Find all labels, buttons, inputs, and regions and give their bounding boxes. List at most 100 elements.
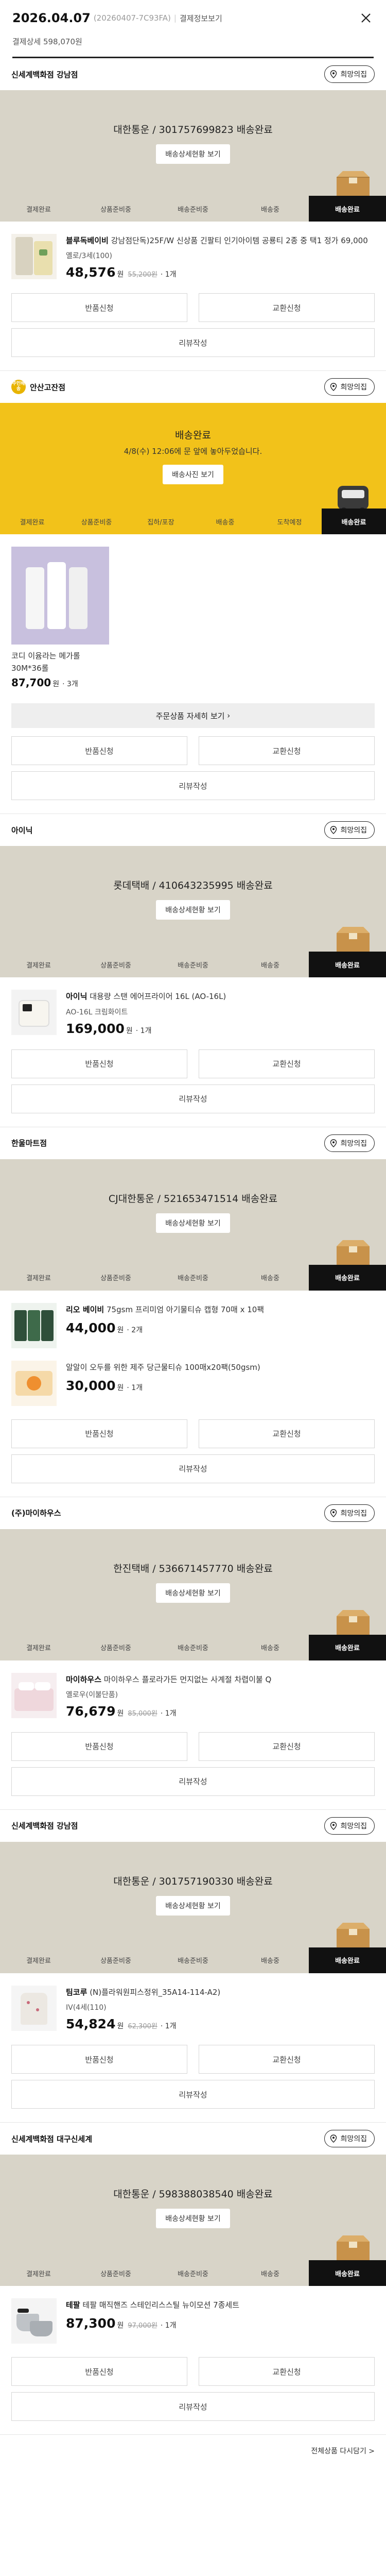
tracking-info: 대한통운 / 598388038540 배송완료	[113, 2189, 273, 2200]
order-item[interactable]: 코디 이윰라는 메가롤 30M*36롤 87,700 원 · 3개	[0, 534, 118, 694]
item-price: 54,824	[66, 2016, 116, 2031]
item-quantity: · 1개	[160, 2022, 177, 2030]
write-review-button[interactable]: 리뷰작성	[11, 771, 375, 801]
order-date: 2026.04.07	[12, 11, 91, 25]
order-number: (20260407-7C93FA)	[93, 13, 171, 23]
step-preparing: 상품준비중	[100, 961, 131, 970]
order-item[interactable]: 마이하우스 마이하우스 플로라가든 먼지없는 사계절 차렵이불 Q 옐로우(이불…	[0, 1660, 386, 1726]
exchange-request-button[interactable]: 교환신청	[199, 2357, 375, 2386]
delivery-status-box: 대한통운 / 301757699823 배송완료 배송상세현황 보기 결제완료 …	[0, 90, 386, 222]
exchange-request-button[interactable]: 교환신청	[199, 736, 375, 766]
order-item[interactable]: 팀코루 (N)플라워원피스정위_35A14-114-A2) IV(4세(110)…	[0, 1973, 386, 2039]
item-brand: 블루독베이비	[66, 236, 109, 245]
delivery-detail-button[interactable]: 배송상세현황 보기	[156, 2209, 230, 2228]
order-item[interactable]: 리오 베이비 75gsm 프리미엄 아기물티슈 캡형 70매 x 10팩 44,…	[0, 1291, 386, 1355]
store-section: 신세계백화점 강남점 희망의집 대한통운 / 301757190330 배송완료…	[0, 1810, 386, 2123]
tracking-info: CJ대한통운 / 521653471514 배송완료	[108, 1193, 278, 1205]
return-request-button[interactable]: 반품신청	[11, 1732, 187, 1761]
item-option: 옐로우(이불단품)	[66, 1690, 118, 1699]
delivery-steps: 결제완료 상품준비중 배송준비중 배송중 배송완료	[0, 196, 386, 222]
delivery-detail-button[interactable]: 배송상세현황 보기	[156, 1895, 230, 1916]
delivery-steps: 결제완료 상품준비중 배송준비중 배송중 배송완료	[0, 1264, 386, 1291]
wish-home-button[interactable]: 희망의집	[324, 1134, 375, 1152]
close-icon[interactable]	[358, 10, 374, 26]
step-in-transit: 배송중	[261, 206, 279, 214]
wish-home-button[interactable]: 희망의집	[324, 821, 375, 839]
return-request-button[interactable]: 반품신청	[11, 2357, 187, 2386]
item-price: 30,000	[66, 1378, 116, 1393]
delivery-steps: 결제완료 상품준비중 배송준비중 배송중 배송완료	[0, 1947, 386, 1973]
delivery-detail-button[interactable]: 배송상세현황 보기	[156, 144, 230, 164]
delivery-detail-button[interactable]: 배송상세현황 보기	[156, 1213, 230, 1233]
write-review-button[interactable]: 리뷰작성	[11, 1767, 375, 1796]
wish-home-button[interactable]: 희망의집	[324, 1817, 375, 1835]
wish-home-button[interactable]: 희망의집	[324, 378, 375, 396]
step-preparing: 상품준비중	[100, 1957, 131, 1965]
store-section: 아이닉 희망의집 롯데택배 / 410643235995 배송완료 배송상세현황…	[0, 814, 386, 1127]
return-request-button[interactable]: 반품신청	[11, 1419, 187, 1448]
original-price: 62,300원	[128, 2023, 157, 2030]
item-name: 마이하우스 플로라가든 먼지없는 사계절 차렵이불 Q	[103, 1674, 272, 1684]
return-request-button[interactable]: 반품신청	[11, 2045, 187, 2074]
item-price: 87,300	[66, 2316, 116, 2331]
exchange-request-button[interactable]: 교환신청	[199, 293, 375, 323]
delivery-photo-button[interactable]: 배송사진 보기	[163, 464, 223, 484]
write-review-button[interactable]: 리뷰작성	[11, 2392, 375, 2421]
order-detail-more-button[interactable]: 주문상품 자세히 보기 ›	[11, 703, 375, 728]
write-review-button[interactable]: 리뷰작성	[11, 1084, 375, 1113]
item-quantity: · 3개	[62, 680, 78, 689]
delivery-detail-button[interactable]: 배송상세현황 보기	[156, 1583, 230, 1603]
step-arriving: 도착예정	[277, 518, 302, 527]
step-payment: 결제완료	[20, 518, 45, 527]
step-in-transit: 배송중	[216, 518, 235, 527]
store-name: 한울마트점	[11, 1139, 47, 1148]
item-name: 코디 이윰라는 메가롤 30M*36롤	[11, 651, 80, 673]
order-item[interactable]: 테팔 테팔 매직핸즈 스테인리스스틸 뉴이모션 7종세트 87,300 원 97…	[0, 2286, 386, 2351]
item-option: AO-16L 크림화이트	[66, 1008, 128, 1016]
delivery-steps: 결제완료 상품준비중 배송준비중 배송중 배송완료	[0, 952, 386, 978]
step-shipping-ready: 배송준비중	[178, 2270, 208, 2278]
write-review-button[interactable]: 리뷰작성	[11, 328, 375, 358]
currency-unit: 원	[117, 2321, 124, 2330]
delivery-status-box: 롯데택배 / 410643235995 배송완료 배송상세현황 보기 결제완료 …	[0, 846, 386, 978]
store-section: 주인배송 안산고잔점 희망의집 배송완료 4/8(수) 12:06에 문 앞에 …	[0, 371, 386, 815]
delivery-status-box: 한진택배 / 536671457770 배송완료 배송상세현황 보기 결제완료 …	[0, 1529, 386, 1660]
step-packing: 집하/포장	[147, 518, 174, 527]
step-preparing: 상품준비중	[100, 2270, 131, 2278]
wish-home-button[interactable]: 희망의집	[324, 2130, 375, 2147]
return-request-button[interactable]: 반품신청	[11, 1049, 187, 1078]
location-pin-icon	[330, 2134, 337, 2143]
step-in-transit: 배송중	[261, 961, 279, 970]
delivery-steps: 결제완료 상품준비중 배송준비중 배송중 배송완료	[0, 2260, 386, 2286]
item-price: 44,000	[66, 1320, 116, 1335]
item-name: 알알이 오두를 위한 제주 당근물티슈 100매x20팩(50gsm)	[66, 1362, 260, 1372]
product-image	[11, 1302, 57, 1348]
write-review-button[interactable]: 리뷰작성	[11, 1454, 375, 1483]
payment-info-link[interactable]: 결제정보보기	[180, 13, 222, 24]
wish-home-button[interactable]: 희망의집	[324, 1504, 375, 1522]
currency-unit: 원	[117, 270, 124, 279]
item-price: 76,679	[66, 1703, 116, 1719]
wish-home-label: 희망의집	[340, 1139, 367, 1148]
delivery-detail-button[interactable]: 배송상세현황 보기	[156, 900, 230, 920]
wish-home-button[interactable]: 희망의집	[324, 65, 375, 83]
product-image	[11, 547, 109, 645]
product-image	[11, 1360, 57, 1406]
return-request-button[interactable]: 반품신청	[11, 293, 187, 323]
exchange-request-button[interactable]: 교환신청	[199, 1732, 375, 1761]
exchange-request-button[interactable]: 교환신청	[199, 1419, 375, 1448]
step-payment: 결제완료	[26, 1275, 51, 1282]
re-add-all-to-cart-link[interactable]: 전체상품 다시담기 >	[0, 2435, 386, 2467]
step-preparing: 상품준비중	[100, 1645, 131, 1652]
wish-home-label: 희망의집	[340, 383, 367, 392]
product-image	[11, 234, 57, 279]
write-review-button[interactable]: 리뷰작성	[11, 2080, 375, 2109]
item-brand: 리오 베이비	[66, 1304, 104, 1314]
order-item[interactable]: 블루독베이비 강남점단독)25F/W 신상품 긴팔티 인기아이템 공룡티 2종 …	[0, 222, 386, 287]
order-item[interactable]: 알알이 오두를 위한 제주 당근물티슈 100매x20팩(50gsm) 30,0…	[0, 1355, 386, 1413]
exchange-request-button[interactable]: 교환신청	[199, 1049, 375, 1078]
order-item[interactable]: 아이닉 대용량 스탠 에어프라이어 16L (AO-16L) AO-16L 크림…	[0, 977, 386, 1043]
store-name: 신세계백화점 강남점	[11, 1821, 78, 1831]
return-request-button[interactable]: 반품신청	[11, 736, 187, 766]
exchange-request-button[interactable]: 교환신청	[199, 2045, 375, 2074]
